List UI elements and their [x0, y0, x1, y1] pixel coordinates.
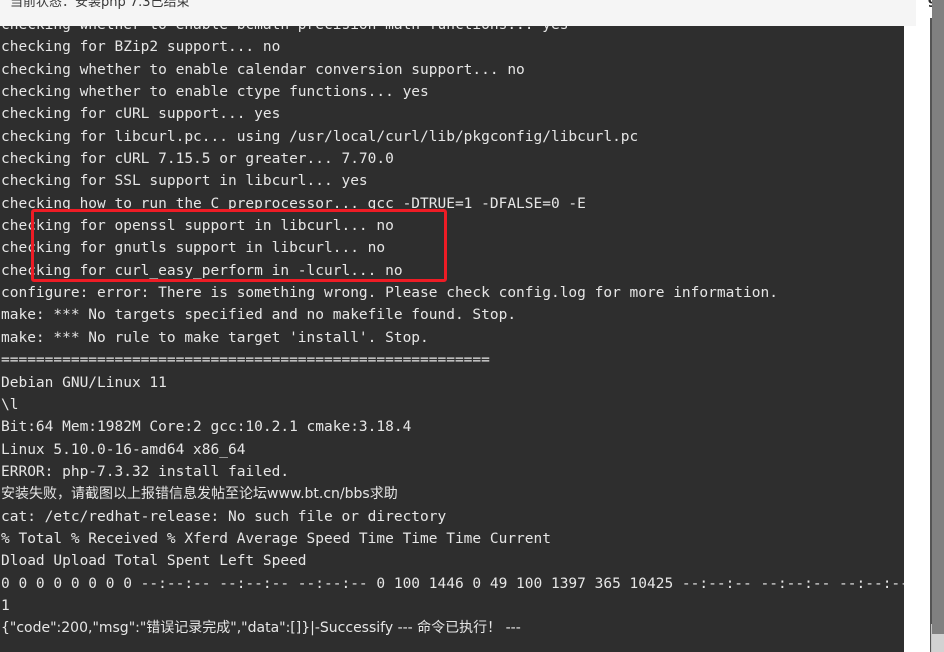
terminal-line: ========================================…	[1, 352, 490, 369]
terminal-line: checking for cURL support... yes	[1, 106, 281, 123]
terminal-line: Bit:64 Mem:1982M Core:2 gcc:10.2.1 cmake…	[1, 419, 412, 436]
terminal-line: checking for curl_easy_perform in -lcurl…	[1, 262, 403, 279]
terminal-line: {"code":200,"msg":"错误记录完成","data":[]}|-S…	[1, 620, 521, 637]
page-root: checking whether to enable bcmath precis…	[0, 0, 944, 652]
terminal-line: make: *** No rule to make target 'instal…	[1, 329, 429, 346]
terminal-line: Linux 5.10.0-16-amd64 x86_64	[1, 441, 246, 458]
page-scrollbar-thumb[interactable]	[932, 634, 944, 652]
terminal-line: checking how to run the C preprocessor..…	[1, 195, 586, 212]
status-panel-text: 当前状态：安装php 7.3已结束	[10, 0, 190, 10]
terminal-console[interactable]: checking whether to enable bcmath precis…	[0, 18, 904, 652]
terminal-line: checking for SSL support in libcurl... y…	[1, 173, 368, 190]
terminal-line: checking for gnutls support in libcurl..…	[1, 240, 386, 257]
terminal-line: % Total % Received % Xferd Average Speed…	[1, 530, 551, 547]
terminal-line: Dload Upload Total Spent Left Speed	[1, 553, 307, 570]
page-scrollbar[interactable]	[932, 0, 944, 652]
terminal-line: checking whether to enable ctype functio…	[1, 84, 429, 101]
terminal-line: ERROR: php-7.3.32 install failed.	[1, 463, 290, 480]
terminal-line: checking for cURL 7.15.5 or greater... 7…	[1, 151, 394, 168]
terminal-line: checking for openssl support in libcurl.…	[1, 218, 394, 235]
status-panel-header: 当前状态：安装php 7.3已结束	[0, 0, 916, 26]
terminal-line: Debian GNU/Linux 11	[1, 374, 167, 391]
terminal-line: make: *** No targets specified and no ma…	[1, 307, 517, 324]
terminal-line: 0 0 0 0 0 0 0 0 --:--:-- --:--:-- --:--:…	[1, 575, 904, 592]
terminal-line: 1	[1, 597, 10, 614]
terminal-output: checking whether to enable bcmath precis…	[0, 18, 904, 640]
terminal-line: configure: error: There is something wro…	[1, 285, 778, 302]
terminal-line: checking whether to enable calendar conv…	[1, 61, 525, 78]
terminal-line: cat: /etc/redhat-release: No such file o…	[1, 508, 447, 525]
terminal-line: checking for libcurl.pc... using /usr/lo…	[1, 128, 639, 145]
terminal-line: \l	[1, 396, 19, 413]
terminal-line: checking for BZip2 support... no	[1, 39, 281, 56]
terminal-line: 安装失败，请截图以上报错信息发帖至论坛www.bt.cn/bbs求助	[1, 486, 398, 503]
